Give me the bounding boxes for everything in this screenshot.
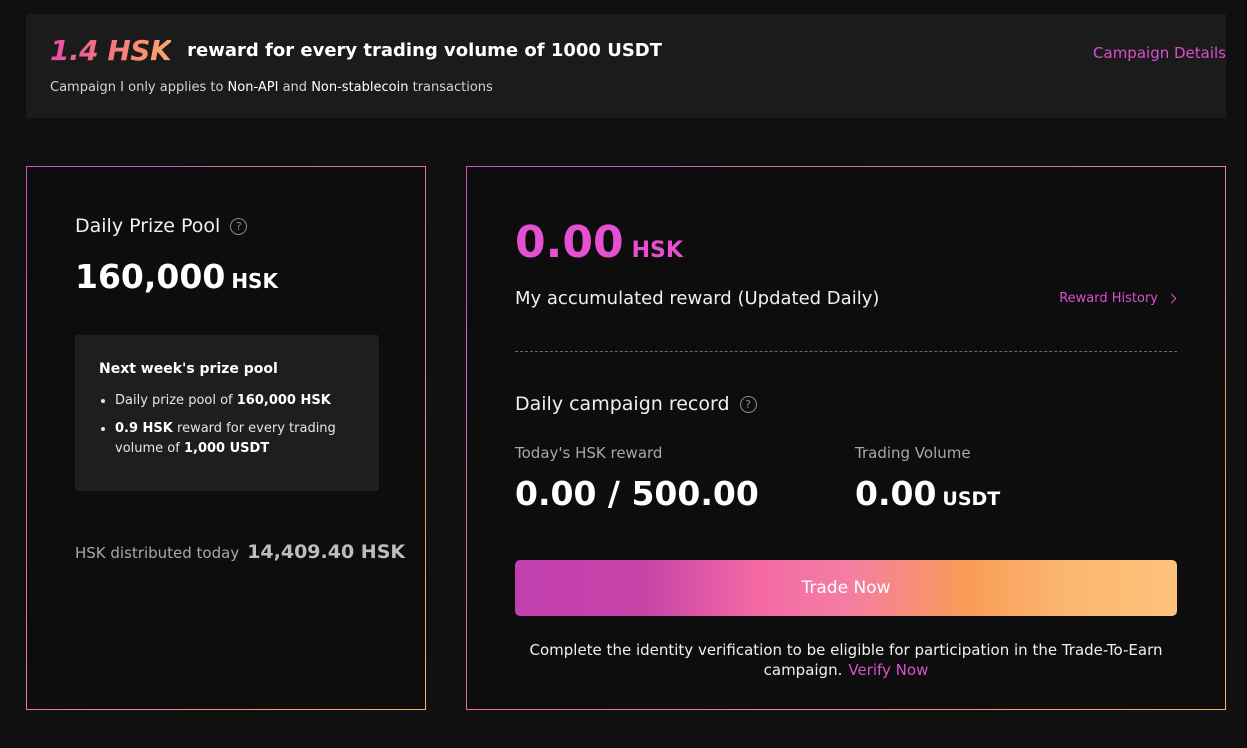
verification-notice: Complete the identity verification to be…: [515, 640, 1177, 680]
distributed-today: HSK distributed today 14,409.40 HSK: [75, 541, 405, 563]
question-circle-icon[interactable]: ?: [230, 217, 248, 235]
campaign-details-link[interactable]: Campaign Details: [1093, 44, 1226, 62]
next-week-item2-value: 0.9 HSK: [115, 421, 173, 436]
chevron-right-icon: [1166, 293, 1177, 304]
trading-volume-value: 0.00: [855, 474, 937, 513]
list-item: 0.9 HSK reward for every trading volume …: [115, 419, 355, 459]
reward-history-label: Reward History: [1059, 291, 1158, 306]
distributed-today-value: 14,409.40 HSK: [247, 541, 406, 563]
daily-record-title-label: Daily campaign record: [515, 393, 730, 415]
verify-now-link[interactable]: Verify Now: [848, 661, 928, 679]
campaign-note-suffix: transactions: [412, 80, 493, 95]
distributed-today-label: HSK distributed today: [75, 544, 240, 562]
reward-rate-description: reward for every trading volume of 1000 …: [187, 40, 663, 61]
next-week-prize-pool-box: Next week's prize pool Daily prize pool …: [75, 335, 379, 491]
prize-pool-amount: 160,000 HSK: [75, 257, 278, 296]
list-item: Daily prize pool of 160,000 HSK: [115, 391, 355, 411]
accumulated-reward-value: 0.00: [515, 217, 624, 268]
prize-pool-title: Daily Prize Pool ?: [75, 215, 248, 237]
next-week-item2-amount: 1,000 USDT: [183, 441, 270, 456]
daily-record-title: Daily campaign record ?: [515, 393, 757, 415]
verification-notice-text: Complete the identity verification to be…: [529, 641, 1163, 679]
reward-rate: 1.4 HSK: [50, 34, 172, 67]
prize-pool-unit: HSK: [231, 269, 278, 293]
banner-headline: 1.4 HSK reward for every trading volume …: [50, 34, 662, 67]
campaign-banner: 1.4 HSK reward for every trading volume …: [26, 14, 1226, 118]
trade-now-button[interactable]: Trade Now: [515, 560, 1177, 616]
next-week-item1-prefix: Daily prize pool of: [115, 393, 233, 408]
campaign-note: Campaign I only applies to Non-API and N…: [50, 80, 493, 95]
trading-volume-unit: USDT: [942, 488, 1001, 510]
campaign-note-term-non-stablecoin: Non-stablecoin: [311, 80, 409, 95]
accumulated-reward-unit: HSK: [631, 238, 683, 263]
next-week-list: Daily prize pool of 160,000 HSK 0.9 HSK …: [99, 391, 355, 459]
prize-pool-title-label: Daily Prize Pool: [75, 215, 221, 237]
next-week-title: Next week's prize pool: [99, 361, 278, 377]
today-reward-value: 0.00 / 500.00: [515, 474, 759, 513]
campaign-note-prefix: Campaign I only applies to: [50, 80, 224, 95]
campaign-note-and: and: [282, 80, 308, 95]
question-circle-icon[interactable]: ?: [739, 395, 757, 413]
my-reward-card: 0.00 HSK My accumulated reward (Updated …: [466, 166, 1226, 710]
divider: [515, 351, 1177, 352]
reward-history-link[interactable]: Reward History: [1059, 291, 1177, 306]
trading-volume-label: Trading Volume: [855, 444, 971, 462]
campaign-note-term-non-api: Non-API: [227, 80, 279, 95]
prize-pool-card: Daily Prize Pool ? 160,000 HSK Next week'…: [26, 166, 426, 710]
campaign-page: 1.4 HSK reward for every trading volume …: [0, 0, 1247, 748]
today-reward-label: Today's HSK reward: [515, 444, 663, 462]
next-week-item1-value: 160,000 HSK: [236, 393, 331, 408]
trading-volume: 0.00 USDT: [855, 474, 1000, 513]
accumulated-reward-label: My accumulated reward (Updated Daily): [515, 288, 880, 309]
accumulated-reward: 0.00 HSK: [515, 217, 683, 268]
prize-pool-value: 160,000: [75, 257, 226, 296]
